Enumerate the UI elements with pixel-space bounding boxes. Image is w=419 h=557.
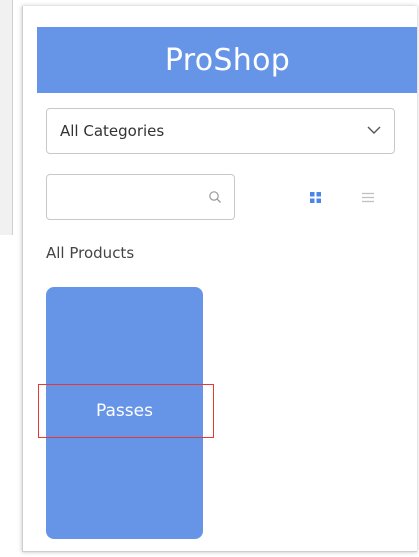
product-tile-label: Passes [96, 401, 153, 421]
app-header: ProShop [37, 27, 417, 93]
search-icon[interactable] [208, 190, 222, 204]
grid-view-icon[interactable] [310, 192, 321, 203]
chevron-down-icon [367, 126, 381, 134]
product-tile-passes[interactable]: Passes [46, 287, 203, 539]
list-view-icon[interactable] [362, 192, 374, 203]
background-window-edge [0, 0, 13, 235]
section-title: All Products [46, 244, 135, 262]
category-select[interactable]: All Categories [46, 108, 395, 154]
category-select-value: All Categories [60, 122, 165, 140]
search-input[interactable] [46, 174, 235, 220]
app-title: ProShop [164, 42, 291, 78]
shop-panel: ProShop All Categories All Products Pass… [22, 6, 417, 552]
